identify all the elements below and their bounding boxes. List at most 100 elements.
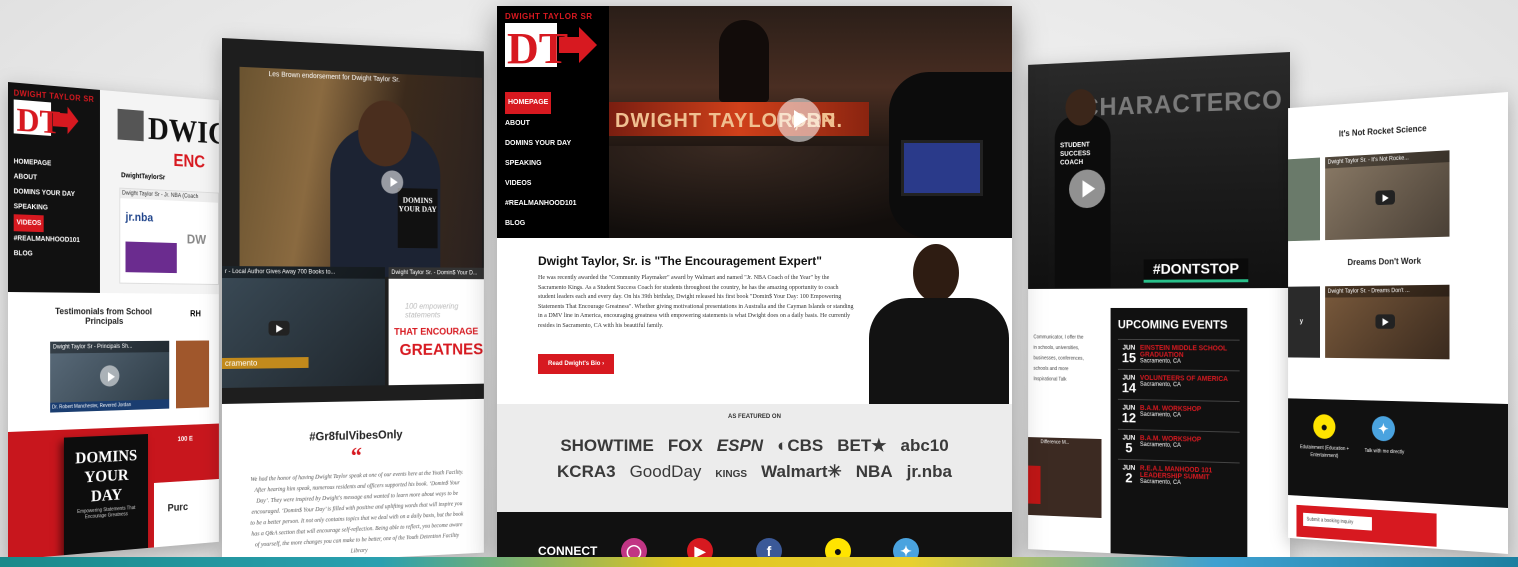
contact-band: ● Edutainment (Education + Entertainment… bbox=[1288, 398, 1508, 508]
event-item[interactable]: JUN 15 EINSTEIN MIDDLE SCHOOL GRADUATION S… bbox=[1117, 338, 1240, 371]
rh-text: RH bbox=[190, 308, 201, 319]
nav-videos[interactable]: VIDEOS bbox=[505, 174, 601, 194]
book-band: DOMINS YOUR DAY Empowering Statements Th… bbox=[8, 423, 219, 560]
video-a-title: r - Local Author Gives Away 700 Books to… bbox=[222, 266, 385, 279]
dreams-video[interactable]: Dwight Taylor Sr. - Dreams Don't ... bbox=[1325, 284, 1450, 360]
chevron-right-icon: › bbox=[602, 361, 605, 367]
youtube-play-icon[interactable] bbox=[268, 320, 290, 336]
truncated-text: y bbox=[1299, 318, 1304, 325]
video-title: Dwight Taylor Sr - Jr. NBA (Coach bbox=[120, 188, 219, 203]
intro-line-1: Communicator, I offer the bbox=[1033, 334, 1084, 341]
video-thumb-small-1[interactable] bbox=[1288, 157, 1321, 242]
event-day: 2 bbox=[1125, 469, 1133, 486]
video2-title: Dwight Taylor Sr. - Dreams Don't ... bbox=[1325, 284, 1450, 298]
bottom-color-band bbox=[0, 557, 1518, 567]
event-item[interactable]: JUN 14 VOLUNTEERS OF AMERICA Sacramento, C… bbox=[1117, 368, 1240, 402]
twitter-icon[interactable]: ✦ bbox=[1371, 415, 1395, 442]
play-icon[interactable] bbox=[777, 98, 821, 142]
cbs-logo: ◐CBS bbox=[777, 436, 824, 455]
les-brown-video[interactable]: Les Brown endorsement for Dwight Taylor … bbox=[239, 66, 483, 278]
youtube-play-icon[interactable] bbox=[1375, 314, 1395, 329]
event-item[interactable]: JUN 5 B.A.M. WORKSHOP Sacramento, CA bbox=[1117, 428, 1240, 463]
play-icon[interactable] bbox=[99, 365, 120, 387]
portrait-body bbox=[869, 298, 1009, 404]
testimonial-video-title: Dwight Taylor Sr - Principals Sh... bbox=[50, 340, 170, 354]
red-figure bbox=[1028, 465, 1041, 505]
site-logo[interactable]: DWIGHT TAYLOR SR DT bbox=[505, 12, 601, 76]
connect-label: CONNECT bbox=[538, 544, 598, 558]
intro-line-5: Inspirational Talk bbox=[1033, 376, 1067, 383]
snapchat-icon[interactable]: ● bbox=[1313, 413, 1336, 440]
difference-video[interactable]: Difference M... bbox=[1028, 437, 1102, 519]
event-item[interactable]: JUN 12 B.A.M. WORKSHOP Sacramento, CA bbox=[1117, 398, 1240, 432]
nav-domins-your-day[interactable]: DOMINS YOUR DAY bbox=[505, 134, 601, 154]
nav-blog[interactable]: BLOG bbox=[14, 246, 95, 263]
video-b-title: Dwight Taylor Sr. - Domin$ Your D... bbox=[388, 267, 484, 280]
nav-videos[interactable]: VIDEOS bbox=[13, 214, 45, 233]
testimonial-video-2[interactable] bbox=[175, 340, 210, 409]
about-title: Dwight Taylor, Sr. is "The Encouragement… bbox=[538, 254, 822, 268]
nav-realmanhood101[interactable]: #REALMANHOOD101 bbox=[505, 194, 601, 214]
speaker-head bbox=[358, 99, 412, 168]
showtime-logo: SHOWTIME bbox=[560, 436, 654, 455]
video1-title: Dwight Taylor Sr. - It's Not Rocke... bbox=[1325, 150, 1450, 169]
channel-avatar bbox=[117, 108, 144, 142]
featured-row-2: KCRA3 GoodDay KINGS Walmart✳ NBA jr.nba bbox=[497, 462, 1012, 482]
hero: DWIGHT TAYLOR, SR. ORN DWIGHT TAYLOR SR … bbox=[497, 6, 1012, 238]
youtube-play-icon[interactable] bbox=[1375, 189, 1395, 206]
channel-name[interactable]: DwightTaylorSr bbox=[121, 172, 165, 181]
camera bbox=[889, 72, 1012, 238]
read-bio-button[interactable]: Read Dwight's Bio › bbox=[538, 354, 615, 374]
dt-logo-icon: DT bbox=[505, 23, 597, 73]
featured-heading: AS FEATURED ON bbox=[728, 414, 781, 420]
book-overlay-text: DOMINS YOUR DAY bbox=[398, 195, 437, 214]
pur-box: Purc bbox=[153, 478, 219, 548]
event-place: Sacramento, CA bbox=[1139, 358, 1181, 365]
brand-name: DWIGHT TAYLOR SR bbox=[505, 12, 593, 21]
shirt-text: STUDENT SUCCESS COACH bbox=[1060, 141, 1091, 167]
video-caption: Dr. Robert Manchester, Revered Jordan bbox=[50, 399, 170, 413]
domins-video[interactable]: Dwight Taylor Sr. - Domin$ Your D... 100… bbox=[388, 267, 484, 386]
video-thumb[interactable]: Dwight Taylor Sr - Jr. NBA (Coach jr.nba… bbox=[119, 187, 219, 285]
event-day: 14 bbox=[1121, 379, 1137, 396]
event-title[interactable]: EINSTEIN MIDDLE SCHOOL GRADUATION bbox=[1140, 345, 1240, 360]
nav-speaking[interactable]: SPEAKING bbox=[505, 154, 601, 174]
event-day: 12 bbox=[1121, 409, 1137, 426]
nba-logo: NBA bbox=[855, 462, 893, 481]
encourage-text: THAT ENCOURAGE bbox=[394, 326, 479, 338]
booking-button[interactable]: Submit a booking inquiry bbox=[1296, 504, 1437, 547]
hero-image[interactable]: DWIGHT TAYLOR, SR. ORN bbox=[609, 6, 1012, 238]
rocket-science-video[interactable]: Dwight Taylor Sr. - It's Not Rocke... bbox=[1325, 150, 1450, 241]
stage-hero[interactable]: CHARACTERCO STUDENT SUCCESS COACH #DONTS… bbox=[1028, 52, 1290, 289]
dw-text: DW bbox=[186, 231, 207, 247]
kings-logo: KINGS bbox=[715, 469, 748, 480]
website-panel-2: Les Brown endorsement for Dwight Taylor … bbox=[222, 38, 484, 566]
statements-text: 100 empowering statements bbox=[405, 302, 459, 320]
section-heading-1: It's Not Rocket Science bbox=[1338, 123, 1427, 139]
channel-header: DWIG ENC DwightTaylorSr Dwight Taylor Sr… bbox=[99, 89, 219, 295]
portrait bbox=[865, 240, 1012, 404]
booking-button-label: Submit a booking inquiry bbox=[1303, 512, 1372, 531]
greatness-text: GREATNESS bbox=[399, 339, 484, 359]
event-item[interactable]: JUN 2 R.E.A.L MANHOOD 101 LEADERSHIP SUMM… bbox=[1117, 458, 1240, 494]
book-cover: DOMINS YOUR DAY Empowering Statements Th… bbox=[63, 433, 148, 560]
event-day: 5 bbox=[1125, 439, 1133, 456]
website-panel-1: DWIGHT TAYLOR SR DT HOMEPAGE ABOUT DOMIN… bbox=[8, 82, 219, 560]
video-thumb-small-2[interactable]: y bbox=[1288, 286, 1321, 358]
site-logo[interactable]: DWIGHT TAYLOR SR DT bbox=[13, 88, 95, 147]
testimonial-video[interactable]: Dwight Taylor Sr - Principals Sh... Dr. … bbox=[50, 340, 170, 413]
nav-blog[interactable]: BLOG bbox=[505, 214, 601, 234]
website-panel-4: CHARACTERCO STUDENT SUCCESS COACH #DONTS… bbox=[1028, 52, 1290, 562]
play-icon[interactable] bbox=[381, 170, 404, 194]
nav-homepage[interactable]: HOMEPAGE bbox=[505, 92, 552, 114]
purple-block bbox=[125, 241, 177, 274]
nav-about[interactable]: ABOUT bbox=[505, 114, 601, 134]
collage-stage: DWIGHT TAYLOR SR DT HOMEPAGE ABOUT DOMIN… bbox=[0, 0, 1518, 567]
video-title: Les Brown endorsement for Dwight Taylor … bbox=[268, 71, 400, 84]
quote-section: #Gr8fulVibesOnly “ We had the honor of h… bbox=[222, 398, 484, 566]
featured-row-1: SHOWTIME FOX ESPN ◐CBS BET★ abc10 bbox=[497, 436, 1012, 456]
jrnba-logo: jr.nba bbox=[906, 462, 952, 481]
local-author-video[interactable]: r - Local Author Gives Away 700 Books to… bbox=[222, 266, 385, 388]
jrnba-logo: jr.nba bbox=[125, 209, 154, 225]
dt-logo-icon: DT bbox=[13, 99, 79, 142]
